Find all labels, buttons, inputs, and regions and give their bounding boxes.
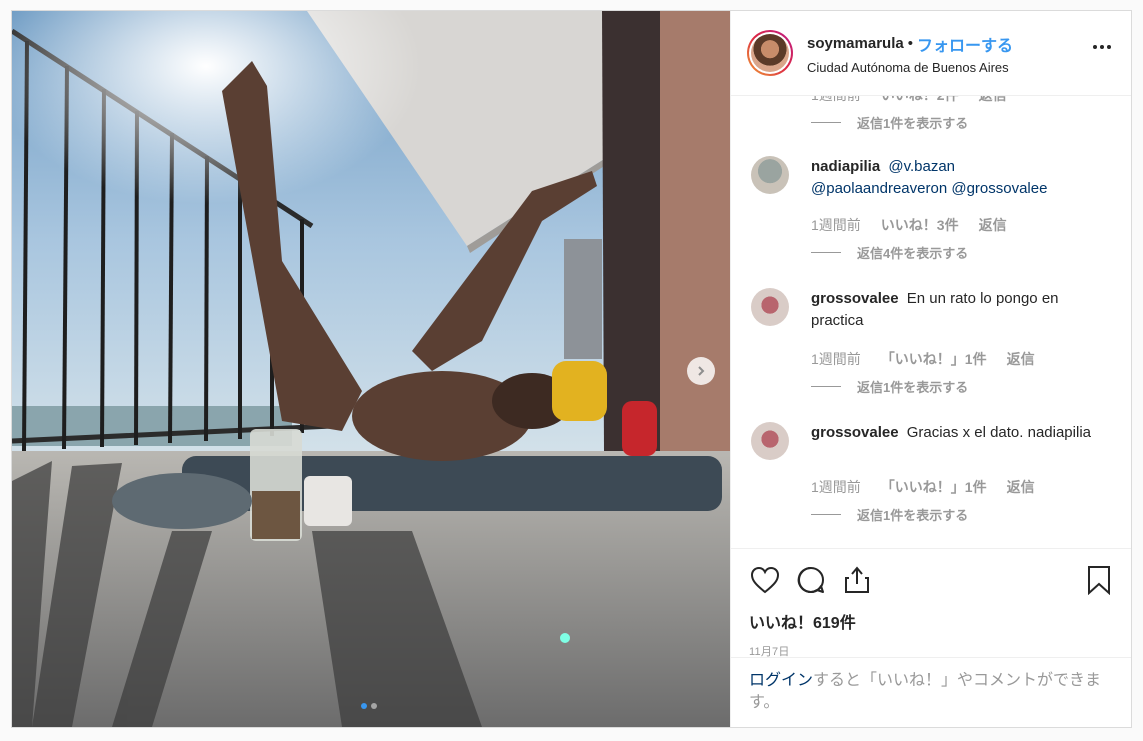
likes-count[interactable]: いいね！619件: [749, 609, 1115, 633]
mention-link[interactable]: @v.bazan: [888, 158, 955, 175]
view-replies-label: 返信1件を表示する: [857, 115, 969, 131]
view-replies-button[interactable]: 返信1件を表示する: [731, 111, 1131, 133]
commenter-username[interactable]: grossovalee: [811, 290, 899, 307]
author-username[interactable]: soymamarula: [807, 35, 904, 52]
comment-meta: 1週間前 いいね！3件 返信: [731, 214, 1131, 236]
post-side-panel: soymamarula • フォローする Ciudad Autónoma de …: [730, 11, 1131, 727]
commenter-username[interactable]: grossovalee: [811, 424, 899, 441]
reply-button[interactable]: 返信: [979, 96, 1007, 105]
post-photo[interactable]: [12, 11, 730, 727]
next-image-button[interactable]: [687, 357, 715, 385]
share-icon: [845, 566, 869, 593]
header-separator: •: [907, 35, 913, 52]
comment-meta: 1週間前 「いいね！」1件 返信: [731, 348, 1131, 370]
comment-likes[interactable]: いいね！2件: [881, 96, 959, 105]
reply-button[interactable]: 返信: [1007, 349, 1035, 369]
comment-time: 1週間前: [811, 479, 861, 495]
comment-likes[interactable]: 「いいね！」1件: [881, 349, 987, 369]
view-replies-button[interactable]: 返信1件を表示する: [731, 375, 1131, 397]
post-header: soymamarula • フォローする Ciudad Autónoma de …: [731, 11, 1131, 96]
comment-text: Gracias x el dato. nadiapilia: [906, 424, 1091, 441]
photo-scene: [12, 11, 730, 727]
carousel-dot-1: [361, 703, 367, 709]
comments-list[interactable]: 1週間前 いいね！2件 返信 返信1件を表示する nadiapilia @v.b…: [731, 96, 1131, 548]
view-replies-button[interactable]: 返信1件を表示する: [731, 503, 1131, 525]
reply-button[interactable]: 返信: [1007, 477, 1035, 497]
commenter-avatar[interactable]: [751, 156, 789, 194]
comment-item: grossovalee En un rato lo pongo en pract…: [731, 288, 1131, 332]
comment-time: 1週間前: [811, 96, 861, 105]
save-button[interactable]: [1083, 564, 1115, 596]
comment-likes[interactable]: いいね！3件: [881, 215, 959, 235]
mention-link[interactable]: @grossovalee: [951, 180, 1047, 197]
heart-icon: [750, 566, 780, 594]
login-prompt: ログインすると「いいね！」やコメントができます。: [731, 657, 1131, 727]
comment-time: 1週間前: [811, 351, 861, 367]
like-button[interactable]: [749, 564, 781, 596]
more-horizontal-icon[interactable]: [1093, 45, 1111, 49]
comment-button[interactable]: [795, 564, 827, 596]
share-button[interactable]: [841, 564, 873, 596]
comment-meta: 1週間前 いいね！2件 返信: [731, 96, 1131, 106]
mention-link[interactable]: @paolaandreaveron: [811, 180, 947, 197]
commenter-username[interactable]: nadiapilia: [811, 158, 880, 175]
comment-likes[interactable]: 「いいね！」1件: [881, 477, 987, 497]
chevron-right-icon: [698, 366, 705, 376]
comment-icon: [797, 566, 824, 593]
post-container: soymamarula • フォローする Ciudad Autónoma de …: [11, 10, 1132, 728]
carousel-indicator: [361, 703, 377, 709]
commenter-avatar[interactable]: [751, 288, 789, 326]
reply-button[interactable]: 返信: [979, 215, 1007, 235]
view-replies-label: 返信1件を表示する: [857, 507, 969, 523]
comment-meta: 1週間前 「いいね！」1件 返信: [731, 476, 1131, 498]
login-link[interactable]: ログイン: [749, 672, 813, 689]
carousel-dot-2: [371, 703, 377, 709]
bookmark-icon: [1088, 566, 1110, 595]
commenter-avatar[interactable]: [751, 422, 789, 460]
author-avatar[interactable]: [747, 30, 793, 76]
comment-item: grossovalee Gracias x el dato. nadiapili…: [731, 422, 1131, 460]
view-replies-label: 返信1件を表示する: [857, 379, 969, 395]
post-location[interactable]: Ciudad Autónoma de Buenos Aires: [807, 60, 1013, 75]
view-replies-label: 返信4件を表示する: [857, 245, 969, 261]
follow-button[interactable]: フォローする: [917, 32, 1013, 56]
comment-time: 1週間前: [811, 217, 861, 233]
comment-item: nadiapilia @v.bazan @paolaandreaveron @g…: [731, 156, 1131, 200]
view-replies-button[interactable]: 返信4件を表示する: [731, 241, 1131, 263]
